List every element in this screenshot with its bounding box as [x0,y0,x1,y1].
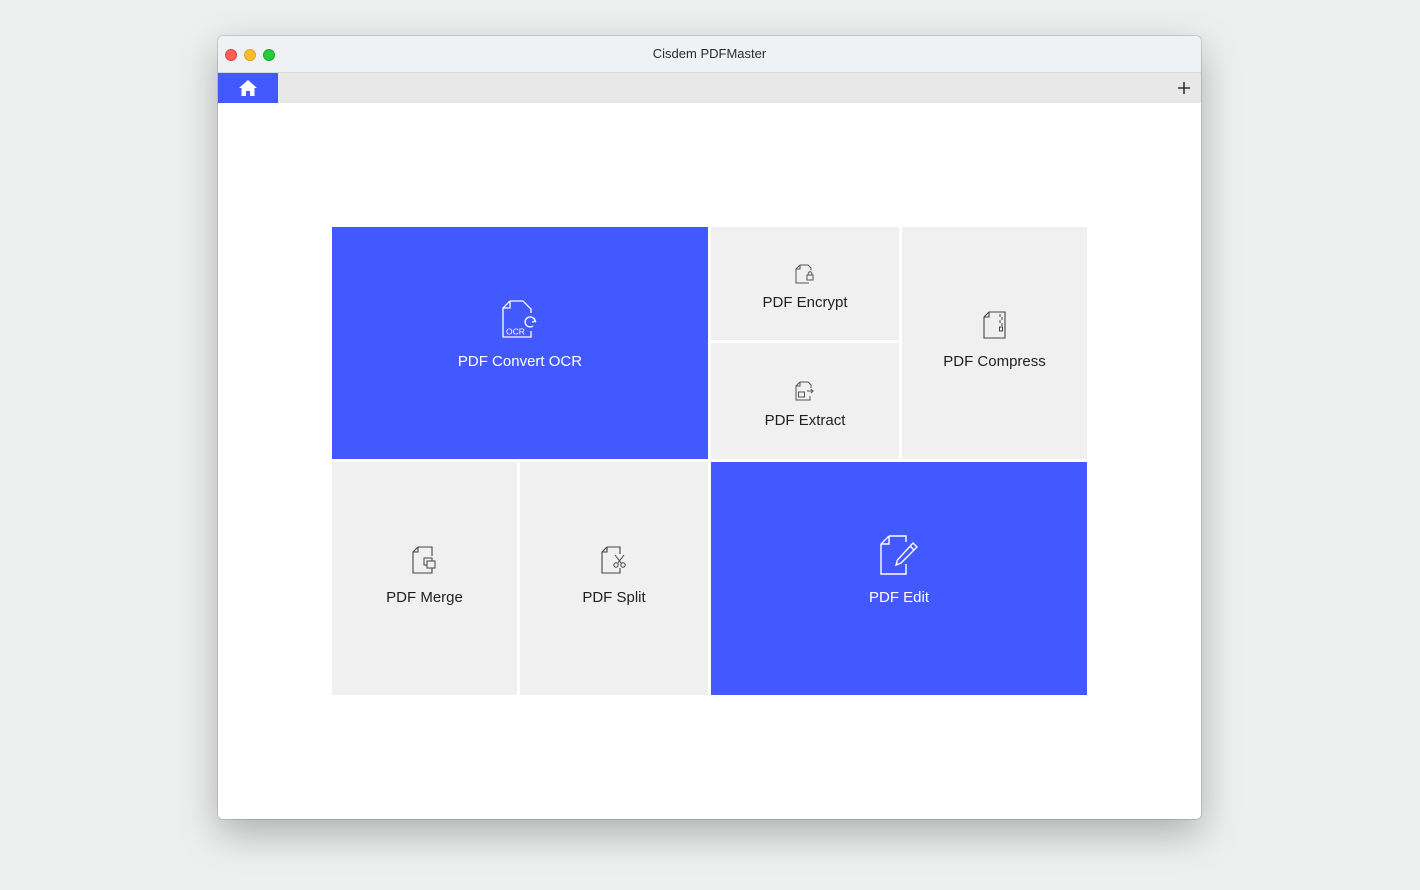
merge-document-icon [411,546,435,574]
title-bar[interactable]: Cisdem PDFMaster [218,36,1201,73]
tile-label: PDF Convert OCR [457,353,583,370]
tile-pdf-encrypt[interactable]: PDF Encrypt [711,227,899,340]
tile-pdf-compress[interactable]: PDF Compress [902,227,1087,459]
zip-document-icon [982,311,1006,339]
main-content: OCR PDF Convert OCR PDF Encrypt PDF Extr… [218,103,1201,819]
svg-text:OCR: OCR [506,327,525,337]
tile-pdf-extract[interactable]: PDF Extract [711,343,899,459]
lock-document-icon [795,264,814,284]
tile-label: PDF Extract [764,412,846,429]
tab-home[interactable] [218,73,278,103]
ocr-document-icon: OCR [502,300,537,338]
add-tab-button[interactable] [1173,76,1195,100]
tile-label: PDF Edit [868,589,929,606]
tab-bar [218,73,1201,103]
pencil-document-icon [880,535,918,575]
tile-label: PDF Split [582,589,646,606]
plus-icon [1178,82,1190,94]
tile-pdf-split[interactable]: PDF Split [520,462,708,695]
tile-pdf-convert-ocr[interactable]: OCR PDF Convert OCR [332,227,708,459]
extract-document-icon [795,381,814,401]
tile-label: PDF Encrypt [762,294,848,311]
app-window: Cisdem PDFMaster OCR PDF Convert OCR PDF… [218,36,1201,819]
tile-pdf-merge[interactable]: PDF Merge [332,462,517,695]
home-icon [239,80,257,96]
tile-pdf-edit[interactable]: PDF Edit [711,462,1087,695]
scissors-document-icon [601,546,626,574]
tile-label: PDF Compress [943,353,1046,370]
window-title: Cisdem PDFMaster [652,46,767,61]
tile-label: PDF Merge [386,589,463,606]
